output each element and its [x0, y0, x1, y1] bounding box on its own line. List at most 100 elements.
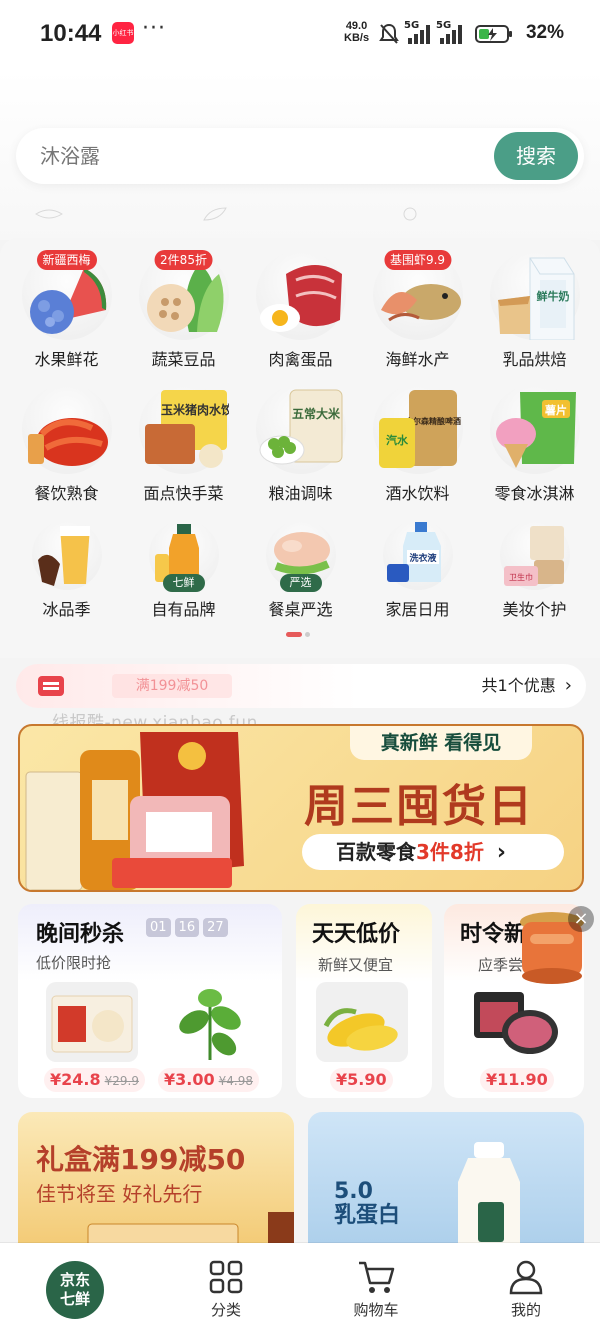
price-current: ¥3.00 [164, 1070, 215, 1089]
tab-label: 购物车 [353, 1301, 399, 1319]
category-ice-season[interactable]: 冰品季 [8, 520, 125, 620]
category-pager [286, 632, 310, 637]
mint-leaves-icon [179, 989, 241, 1060]
category-label: 家居日用 [385, 600, 450, 619]
category-meat-eggs[interactable]: 肉禽蛋品 [242, 250, 359, 370]
detergent-icon: 洗衣液 [386, 522, 441, 582]
category-prepared-food[interactable]: 餐饮熟食 [8, 384, 125, 504]
category-own-brand[interactable]: 七鲜 自有品牌 [125, 520, 242, 620]
product-image[interactable] [316, 982, 408, 1062]
more-notifications-icon: ··· [142, 16, 166, 41]
rice-bag-icon: 五常大米 [259, 389, 342, 465]
coupon-icon [38, 676, 64, 696]
tab-category[interactable]: 分类 [166, 1243, 286, 1335]
flash-sale-title: 晚间秒杀 [36, 922, 125, 947]
close-icon[interactable]: × [568, 906, 594, 932]
tab-home[interactable]: 京东 七鲜 [46, 1261, 104, 1319]
battery-percent: 32% [525, 22, 564, 43]
category-image [31, 520, 102, 590]
battery-charging-icon [475, 25, 512, 43]
category-label: 蔬菜豆品 [151, 350, 216, 369]
banner-title: 周三囤货日 [304, 781, 534, 832]
shrimp-dumpling-pack-icon [51, 995, 133, 1053]
price-original: ¥29.9 [104, 1074, 139, 1088]
brand-tag: 七鲜 [162, 574, 205, 592]
network-speed-unit: KB/s [344, 32, 370, 44]
coupon-count-text: 共1个优惠 [481, 676, 556, 695]
product-image[interactable] [164, 982, 256, 1062]
cosmetics-icon: 卫生巾 [503, 526, 564, 586]
gift-box-promo[interactable]: 礼盒满199减50 佳节将至 好礼先行 [18, 1112, 294, 1262]
search-input[interactable] [40, 128, 460, 184]
coupon-ticket: 满199减50 [112, 674, 232, 698]
signal-2-icon: 5G [436, 20, 470, 46]
category-badge: 新疆西梅 [36, 250, 97, 270]
banner-cta-button[interactable]: 百款零食3件8折 › [302, 834, 564, 870]
category-vegetables[interactable]: 2件85折 蔬菜豆品 [125, 250, 242, 370]
tab-label: 我的 [510, 1301, 541, 1319]
timer-minutes: 16 [174, 918, 200, 937]
category-drinks[interactable]: 皮尔森精酿啤酒 汽水 酒水饮料 [359, 384, 476, 504]
milk-promo-label: 乳蛋白 [334, 1203, 401, 1228]
category-label: 水果鲜花 [34, 350, 99, 369]
category-image: 洗衣液 [382, 520, 453, 590]
cart-icon [359, 1261, 395, 1293]
banner-tag: 真新鲜 看得见 [350, 726, 532, 760]
beef-slices-icon [474, 992, 558, 1054]
product-price: ¥11.90 [480, 1068, 554, 1092]
timer-hours: 01 [146, 918, 171, 937]
category-image: 卫生巾 [499, 520, 570, 590]
mute-icon [379, 23, 399, 44]
coupon-count[interactable]: 共1个优惠 › [482, 664, 572, 708]
category-image: 新疆西梅 [21, 250, 112, 340]
category-image: 五常大米 [255, 384, 346, 474]
user-icon [509, 1260, 543, 1295]
milk-bottle-image [458, 1142, 520, 1262]
category-badge: 2件85折 [154, 250, 213, 270]
daily-low-price-card[interactable]: 天天低价 新鲜又便宜 ¥5.90 [296, 904, 432, 1098]
soda-can-text: 汽水 [386, 433, 409, 447]
tab-cart[interactable]: 购物车 [316, 1243, 436, 1335]
decor-leaf-icon [35, 209, 63, 219]
search-button[interactable]: 搜索 [494, 132, 578, 180]
product-price: ¥24.8 ¥29.9 [44, 1068, 145, 1092]
category-dairy-bakery[interactable]: 鲜牛奶 乳品烘焙 [476, 250, 593, 370]
grid-icon [209, 1260, 243, 1294]
category-label: 肉禽蛋品 [268, 350, 333, 369]
coupon-bar[interactable]: 满199减50 共1个优惠 › [16, 664, 586, 708]
status-time: 10:44 [40, 20, 102, 47]
network-speed-value: 49.0 [345, 20, 368, 32]
category-image: 薯片 [489, 384, 580, 474]
status-icons: 5G 5G [378, 20, 514, 48]
category-label: 酒水饮料 [385, 484, 450, 503]
price-original: ¥4.98 [218, 1074, 253, 1088]
gift-promo-subtitle: 佳节将至 好礼先行 [36, 1182, 203, 1206]
promo-banner[interactable]: 真新鲜 看得见 周三囤货日 百款零食3件8折 › [18, 724, 584, 892]
category-seafood[interactable]: 基围虾9.9 海鲜水产 [359, 250, 476, 370]
category-image [21, 384, 112, 474]
category-label: 餐饮熟食 [34, 484, 99, 503]
flash-sale-card[interactable]: 晚间秒杀 01 16 27 低价限时抢 ¥24.8 ¥29.9 ¥3.00 ¥4.9… [18, 904, 282, 1098]
category-noodles-quick[interactable]: 玉米猪肉水饺 面点快手菜 [125, 384, 242, 504]
milk-promo[interactable]: 5.0 乳蛋白 [308, 1112, 584, 1262]
banner-cta-highlight: 3件8折 [416, 840, 484, 864]
search-bar[interactable]: 搜索 [16, 128, 584, 184]
tab-profile[interactable]: 我的 [466, 1243, 586, 1335]
daily-low-title: 天天低价 [312, 922, 401, 947]
product-image[interactable] [46, 982, 138, 1062]
category-table-select[interactable]: 严选 餐桌严选 [242, 520, 359, 620]
category-snacks-icecream[interactable]: 薯片 零食冰淇淋 [476, 384, 593, 504]
product-image[interactable] [470, 982, 562, 1062]
category-image: 鲜牛奶 [489, 250, 580, 341]
gift-promo-title: 礼盒满199减50 [36, 1143, 246, 1176]
category-fruit-flowers[interactable]: 新疆西梅 水果鲜花 [8, 250, 125, 370]
category-beauty[interactable]: 卫生巾 美妆个护 [476, 520, 593, 620]
category-badge: 基围虾9.9 [383, 250, 452, 270]
timer-seconds: 27 [203, 918, 228, 937]
category-household[interactable]: 洗衣液 家居日用 [359, 520, 476, 620]
category-grain-oil[interactable]: 五常大米 粮油调味 [242, 384, 359, 504]
countdown-timer: 01 16 27 [146, 918, 228, 937]
milk-carton-icon: 鲜牛奶 [497, 257, 574, 341]
chevron-right-icon: › [564, 675, 572, 696]
category-label: 餐桌严选 [268, 600, 333, 619]
